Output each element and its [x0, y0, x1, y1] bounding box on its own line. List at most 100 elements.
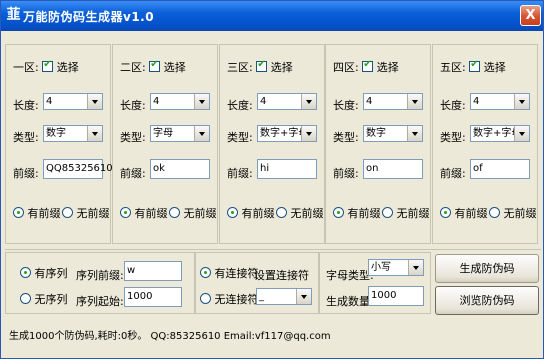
- zone-4-panel: 四区: ✔ 选择 长度: 4 类型: 数字 前缀: on 有前缀 无前缀: [325, 44, 431, 244]
- has-prefix-option[interactable]: 有前缀: [120, 205, 168, 221]
- prefix-label: 前缀:: [333, 167, 359, 180]
- prefix-label: 前缀:: [227, 167, 253, 180]
- has-prefix-label: 有前缀: [241, 207, 275, 220]
- prefix-input[interactable]: of: [470, 159, 530, 179]
- prefix-label: 前缀:: [13, 167, 39, 180]
- chevron-down-icon[interactable]: [301, 126, 316, 141]
- select-checkbox[interactable]: ✔: [362, 59, 374, 72]
- chevron-down-icon[interactable]: [514, 126, 529, 141]
- no-prefix-label: 无前缀: [183, 207, 217, 220]
- length-select[interactable]: 4: [43, 93, 103, 110]
- chevron-down-icon[interactable]: [194, 126, 209, 141]
- no-seq-label: 无序列: [34, 293, 68, 306]
- select-label: 选择: [163, 61, 186, 74]
- seq-start-input[interactable]: 1000: [124, 287, 182, 307]
- has-conn-option[interactable]: 有连接符: [200, 265, 259, 281]
- has-prefix-radio[interactable]: [333, 207, 344, 218]
- type-select[interactable]: 数字+字母: [257, 125, 317, 142]
- has-prefix-option[interactable]: 有前缀: [227, 205, 275, 221]
- type-select[interactable]: 数字: [363, 125, 423, 142]
- connector-group: 有连接符 设置连接符 无连接符 _: [195, 252, 319, 314]
- prefix-input[interactable]: on: [363, 159, 423, 179]
- has-prefix-radio[interactable]: [227, 207, 238, 218]
- chevron-down-icon[interactable]: [296, 289, 311, 304]
- close-button[interactable]: X: [520, 5, 541, 26]
- connector-select[interactable]: _: [256, 288, 312, 305]
- zone-5-panel: 五区: ✔ 选择 长度: 4 类型: 数字+字母 前缀: of 有前缀 无前缀: [432, 44, 538, 244]
- zone-name: 五区:: [440, 61, 466, 74]
- no-prefix-option[interactable]: 无前缀: [489, 205, 537, 221]
- length-value: 4: [260, 96, 267, 107]
- select-checkbox[interactable]: ✔: [42, 59, 54, 72]
- no-conn-radio[interactable]: [200, 293, 211, 304]
- has-prefix-label: 有前缀: [134, 207, 168, 220]
- check-icon: ✔: [470, 59, 479, 70]
- length-label: 长度:: [440, 99, 466, 112]
- no-prefix-option[interactable]: 无前缀: [382, 205, 430, 221]
- generate-button[interactable]: 生成防伪码: [435, 254, 539, 283]
- chevron-down-icon[interactable]: [87, 94, 102, 109]
- length-label: 长度:: [227, 99, 253, 112]
- type-select[interactable]: 数字+字母: [470, 125, 530, 142]
- has-seq-radio[interactable]: [20, 267, 31, 278]
- length-select[interactable]: 4: [257, 93, 317, 110]
- chevron-down-icon[interactable]: [407, 94, 422, 109]
- check-icon: ✔: [43, 59, 52, 70]
- has-prefix-radio[interactable]: [120, 207, 131, 218]
- no-seq-radio[interactable]: [20, 293, 31, 304]
- chevron-down-icon[interactable]: [87, 126, 102, 141]
- no-seq-option[interactable]: 无序列: [20, 291, 68, 307]
- select-checkbox[interactable]: ✔: [149, 59, 161, 72]
- count-input[interactable]: 1000: [368, 286, 424, 306]
- no-prefix-label: 无前缀: [290, 207, 324, 220]
- prefix-input[interactable]: hi: [257, 159, 317, 179]
- length-value: 4: [366, 96, 373, 107]
- chevron-down-icon[interactable]: [408, 260, 423, 275]
- has-prefix-option[interactable]: 有前缀: [440, 205, 488, 221]
- chevron-down-icon[interactable]: [407, 126, 422, 141]
- check-icon: ✔: [150, 59, 159, 70]
- no-prefix-radio[interactable]: [62, 207, 73, 218]
- has-prefix-radio[interactable]: [13, 207, 24, 218]
- length-value: 4: [153, 96, 160, 107]
- select-checkbox[interactable]: ✔: [256, 59, 268, 72]
- seq-prefix-input[interactable]: w: [124, 261, 182, 281]
- type-select[interactable]: 数字: [43, 125, 103, 142]
- prefix-input[interactable]: ok: [150, 159, 210, 179]
- length-select[interactable]: 4: [363, 93, 423, 110]
- type-select[interactable]: 字母: [150, 125, 210, 142]
- has-prefix-option[interactable]: 有前缀: [333, 205, 381, 221]
- has-prefix-option[interactable]: 有前缀: [13, 205, 61, 221]
- connector-value: _: [259, 291, 264, 302]
- case-value: 小写: [371, 262, 391, 273]
- no-prefix-option[interactable]: 无前缀: [62, 205, 110, 221]
- no-prefix-option[interactable]: 无前缀: [169, 205, 217, 221]
- select-checkbox[interactable]: ✔: [469, 59, 481, 72]
- no-prefix-option[interactable]: 无前缀: [276, 205, 324, 221]
- prefix-input[interactable]: QQ85325610: [43, 159, 113, 179]
- no-prefix-radio[interactable]: [169, 207, 180, 218]
- length-select[interactable]: 4: [150, 93, 210, 110]
- has-prefix-label: 有前缀: [347, 207, 381, 220]
- app-icon: 韮: [6, 7, 21, 23]
- chevron-down-icon[interactable]: [301, 94, 316, 109]
- chevron-down-icon[interactable]: [514, 94, 529, 109]
- length-select[interactable]: 4: [470, 93, 530, 110]
- no-conn-option[interactable]: 无连接符: [200, 291, 259, 307]
- select-label: 选择: [270, 61, 293, 74]
- has-seq-option[interactable]: 有序列: [20, 265, 68, 281]
- type-label: 类型:: [333, 131, 359, 144]
- has-conn-radio[interactable]: [200, 267, 211, 278]
- zone-name: 二区:: [120, 61, 146, 74]
- no-prefix-radio[interactable]: [489, 207, 500, 218]
- no-prefix-radio[interactable]: [276, 207, 287, 218]
- title-bar[interactable]: 韮 万能防伪码生成器v1.0 X: [1, 1, 543, 31]
- browse-button[interactable]: 浏览防伪码: [435, 286, 539, 315]
- case-select[interactable]: 小写: [368, 259, 424, 276]
- has-prefix-radio[interactable]: [440, 207, 451, 218]
- select-label: 选择: [56, 61, 79, 74]
- select-label: 选择: [376, 61, 399, 74]
- chevron-down-icon[interactable]: [194, 94, 209, 109]
- type-value: 字母: [153, 128, 173, 139]
- no-prefix-radio[interactable]: [382, 207, 393, 218]
